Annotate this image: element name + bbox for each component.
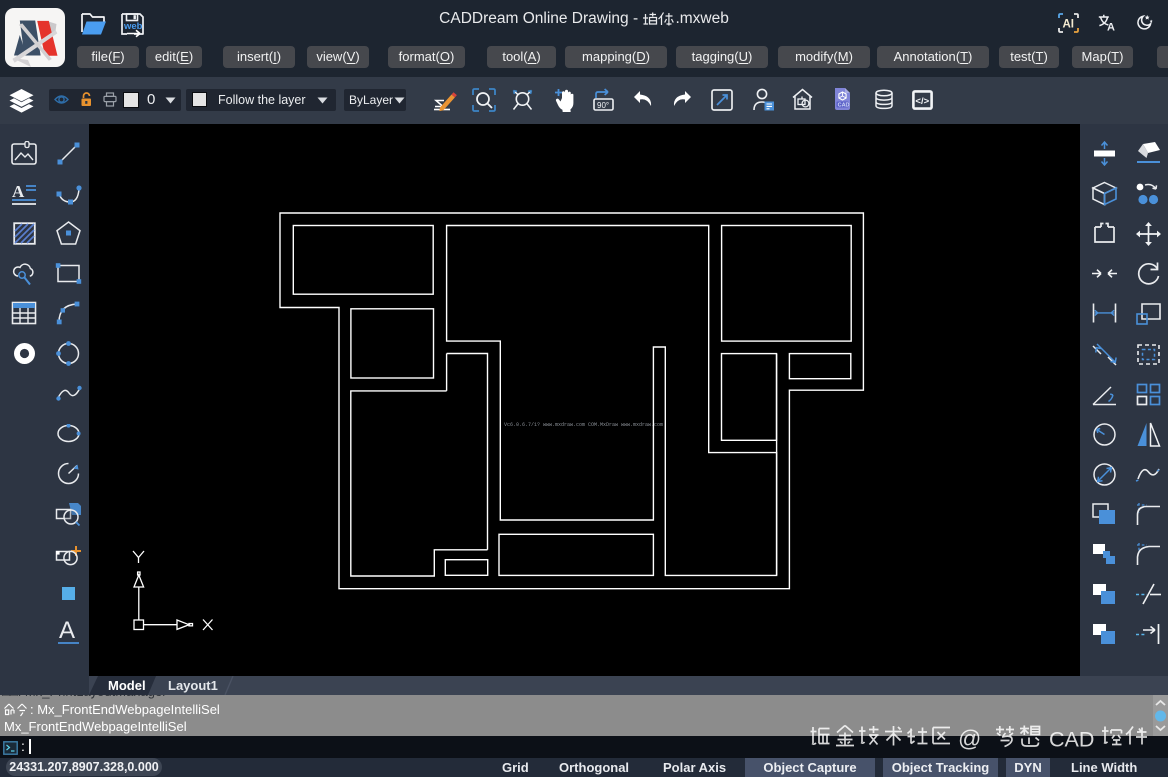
svg-text:A: A [59,617,75,644]
svg-text:90°: 90° [597,101,609,110]
svg-text:@: @ [958,726,981,752]
svg-text:Vc6.0.6.7/1? www.mxdraw.com C: Vc6.0.6.7/1? www.mxdraw.com COM.MxDraw w… [504,422,663,428]
svg-text:</>: </> [915,96,929,107]
svg-text:A: A [1107,21,1115,31]
svg-text:AI: AI [1063,19,1075,31]
svg-text:A: A [12,182,25,201]
svg-text:CAD: CAD [1049,728,1094,752]
svg-text:CAD: CAD [838,103,850,109]
